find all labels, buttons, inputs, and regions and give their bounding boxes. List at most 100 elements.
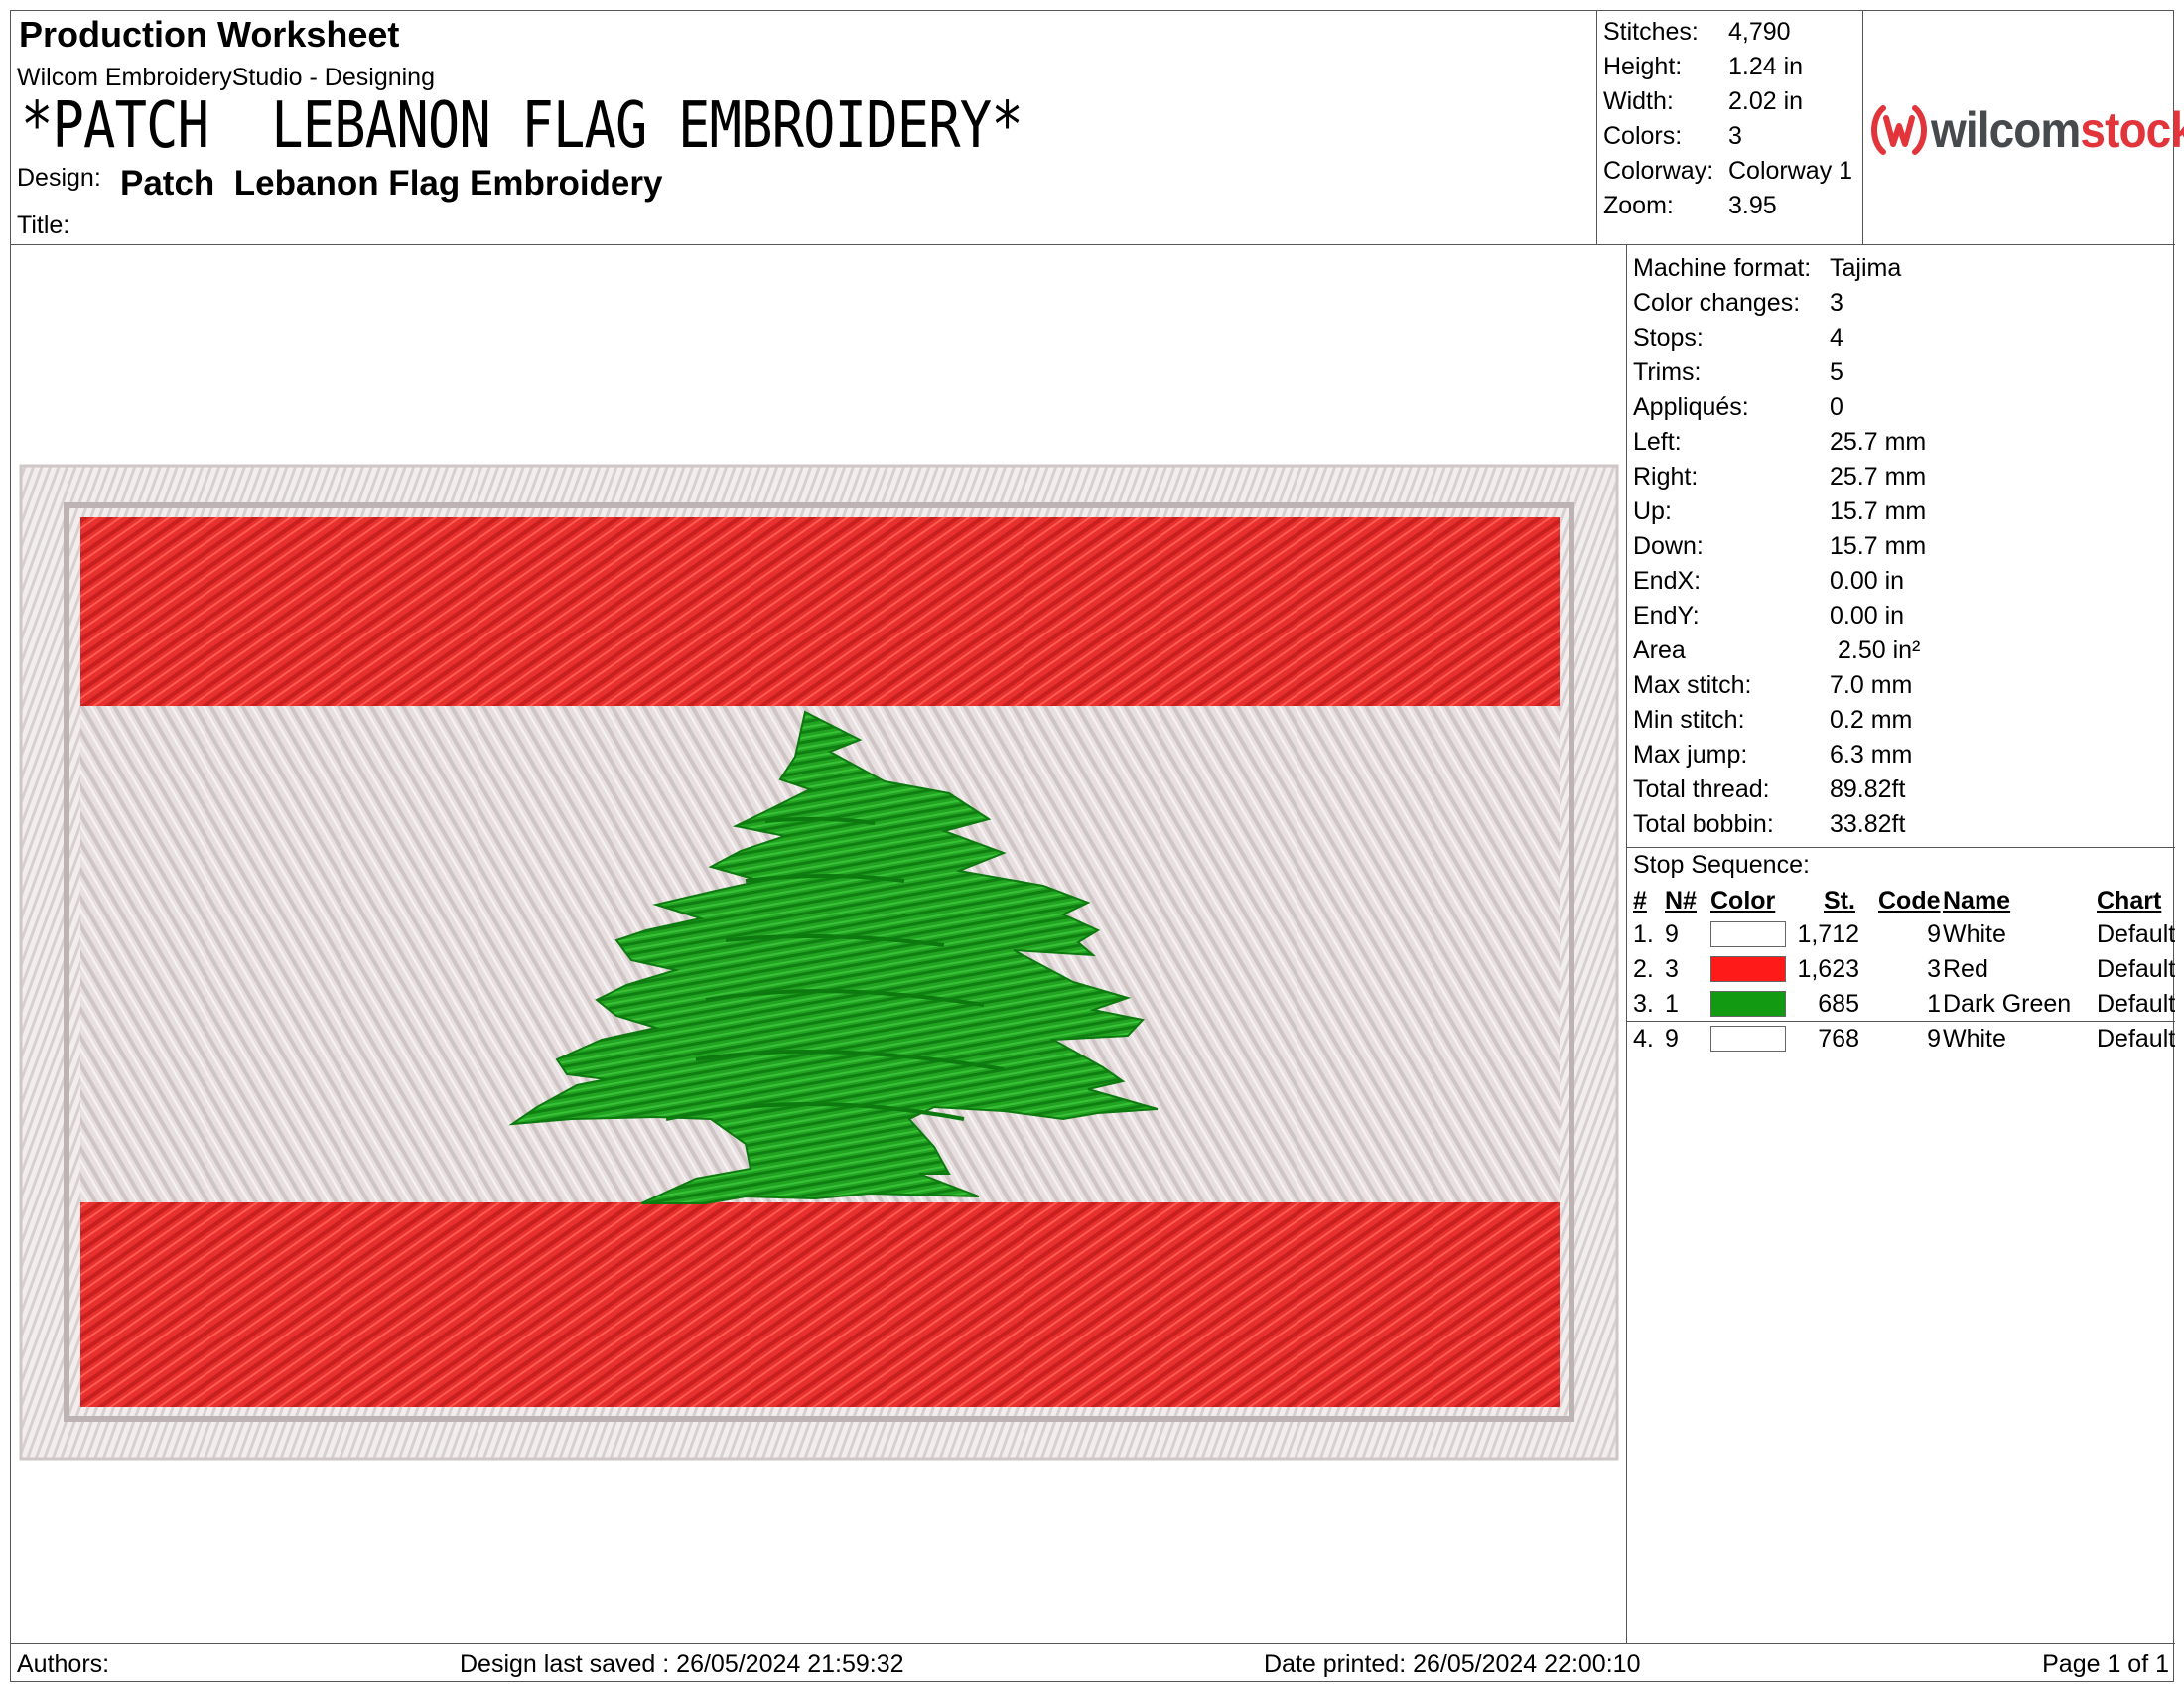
software-subtitle: Wilcom EmbroideryStudio - Designing <box>17 64 435 91</box>
header-design-info: Production Worksheet Wilcom EmbroiderySt… <box>11 11 1597 245</box>
color-swatch <box>1710 956 1786 982</box>
spec-label: Down: <box>1633 532 1704 560</box>
stop-row-color-name: White <box>1943 920 2006 948</box>
specifications-panel: Machine format: Tajima Color changes: 3 Stop… <box>1627 245 2175 1643</box>
spec-value: 0 <box>1830 393 1843 421</box>
spec-value: 2.50 in² <box>1838 636 1921 664</box>
spec-value: 15.7 mm <box>1830 497 1927 525</box>
spec-value: 33.82ft <box>1830 810 1906 838</box>
stop-row-chart: Default <box>2097 920 2176 948</box>
spec-value: 0.00 in <box>1830 567 1905 595</box>
summary-row: Zoom: 3.95 <box>1603 192 1777 219</box>
stop-row-needle: 9 <box>1665 920 1679 948</box>
summary-row: Colorway: Colorway 1 <box>1603 157 1853 185</box>
design-name: Patch Lebanon Flag Embroidery <box>120 164 663 203</box>
stop-row-chart: Default <box>2097 955 2176 983</box>
flag-top-red-band <box>80 517 1560 706</box>
wilcomstock-logo: wilcomstock <box>1863 11 2184 245</box>
stop-row-needle: 1 <box>1665 990 1679 1018</box>
spec-value: 3 <box>1830 289 1843 317</box>
logo-wordmark: wilcomstock <box>1931 102 2184 158</box>
production-worksheet: Production Worksheet Wilcom EmbroiderySt… <box>10 10 2184 1683</box>
spec-label: Color changes: <box>1633 289 1801 317</box>
stop-row-number: 1. <box>1633 920 1654 948</box>
stop-row-stitches: 768 <box>1818 1025 1859 1053</box>
spec-value: 25.7 mm <box>1830 463 1927 491</box>
spec-value: 5 <box>1830 358 1843 386</box>
summary-row: Width: 2.02 in <box>1603 87 1804 115</box>
spec-value: Tajima <box>1830 254 1902 282</box>
stop-row-color-name: White <box>1943 1025 2006 1053</box>
worksheet-header: Production Worksheet Wilcom EmbroiderySt… <box>11 11 2184 245</box>
spec-label: Left: <box>1633 428 1682 456</box>
spec-label: Appliqués: <box>1633 393 1749 421</box>
design-preview <box>11 245 1627 1643</box>
stop-row-code: 3 <box>1927 955 1941 983</box>
stop-row-chart: Default <box>2097 1025 2176 1053</box>
stop-row-color-name: Dark Green <box>1943 990 2072 1018</box>
spec-label: Up: <box>1633 497 1672 525</box>
spec-value: 25.7 mm <box>1830 428 1927 456</box>
stop-row-color-name: Red <box>1943 955 1988 983</box>
color-swatch <box>1710 921 1786 947</box>
flag-bottom-red-band <box>80 1202 1560 1407</box>
design-banner: *PATCH LEBANON FLAG EMBROIDERY* <box>21 89 1024 163</box>
stop-row-stitches: 1,623 <box>1797 955 1859 983</box>
spec-value: 7.0 mm <box>1830 671 1913 699</box>
spec-label: Trims: <box>1633 358 1702 386</box>
spec-label: Min stitch: <box>1633 706 1745 734</box>
title-label: Title: <box>17 211 70 239</box>
stop-row-code: 9 <box>1927 1025 1941 1053</box>
stop-row-number: 4. <box>1633 1025 1654 1053</box>
spec-value: 0.00 in <box>1830 602 1905 630</box>
spec-label: Total thread: <box>1633 775 1770 803</box>
stop-row-number: 3. <box>1633 990 1654 1018</box>
design-label: Design: <box>17 164 101 192</box>
col-header-stitches: St. <box>1824 887 1855 914</box>
summary-row: Height: 1.24 in <box>1603 53 1804 80</box>
worksheet-title: Production Worksheet <box>19 14 400 55</box>
stop-row-stitches: 1,712 <box>1797 920 1859 948</box>
stop-row-needle: 3 <box>1665 955 1679 983</box>
stop-row-number: 2. <box>1633 955 1654 983</box>
spec-label: Total bobbin: <box>1633 810 1774 838</box>
spec-value: 6.3 mm <box>1830 741 1913 769</box>
spec-label: Area <box>1633 636 1686 664</box>
spec-value: 4 <box>1830 324 1843 352</box>
last-saved: Design last saved : 26/05/2024 21:59:32 <box>460 1650 904 1678</box>
spec-label: Machine format: <box>1633 254 1812 282</box>
stop-row-stitches: 685 <box>1818 990 1859 1018</box>
col-header-chart: Chart <box>2097 887 2162 914</box>
worksheet-footer: Authors: Design last saved : 26/05/2024 … <box>11 1643 2175 1683</box>
col-header-code: Code <box>1878 887 1941 914</box>
spec-label: Max jump: <box>1633 741 1748 769</box>
stop-row-needle: 9 <box>1665 1025 1679 1053</box>
stop-sequence-title: Stop Sequence: <box>1633 851 1810 879</box>
page-number: Page 1 of 1 <box>2042 1650 2169 1678</box>
stop-sequence-table: Stop Sequence: # N# Color St. Code Name … <box>1627 847 2176 1053</box>
spec-label: Max stitch: <box>1633 671 1752 699</box>
spec-label: Right: <box>1633 463 1699 491</box>
wilcom-logo-icon <box>1871 105 1927 155</box>
spec-value: 15.7 mm <box>1830 532 1927 560</box>
summary-row: Stitches: 4,790 <box>1603 18 1791 46</box>
color-swatch <box>1710 1026 1786 1052</box>
design-summary: Stitches: 4,790 Height: 1.24 in Width: 2.02… <box>1597 11 1863 245</box>
stop-row-code: 1 <box>1927 990 1941 1018</box>
color-swatch <box>1710 991 1786 1017</box>
authors-label: Authors: <box>17 1650 110 1678</box>
stop-row-code: 9 <box>1927 920 1941 948</box>
col-header-num: # <box>1633 887 1647 914</box>
col-header-needle: N# <box>1665 887 1697 914</box>
spec-value: 89.82ft <box>1830 775 1906 803</box>
col-header-name: Name <box>1943 887 2011 914</box>
spec-label: EndX: <box>1633 567 1702 595</box>
lebanon-flag-patch-image <box>19 464 1619 1461</box>
spec-label: Stops: <box>1633 324 1704 352</box>
spec-value: 0.2 mm <box>1830 706 1913 734</box>
stop-row-chart: Default <box>2097 990 2176 1018</box>
spec-label: EndY: <box>1633 602 1700 630</box>
date-printed: Date printed: 26/05/2024 22:00:10 <box>1264 1650 1641 1678</box>
summary-row: Colors: 3 <box>1603 122 1742 150</box>
col-header-color: Color <box>1710 887 1776 914</box>
